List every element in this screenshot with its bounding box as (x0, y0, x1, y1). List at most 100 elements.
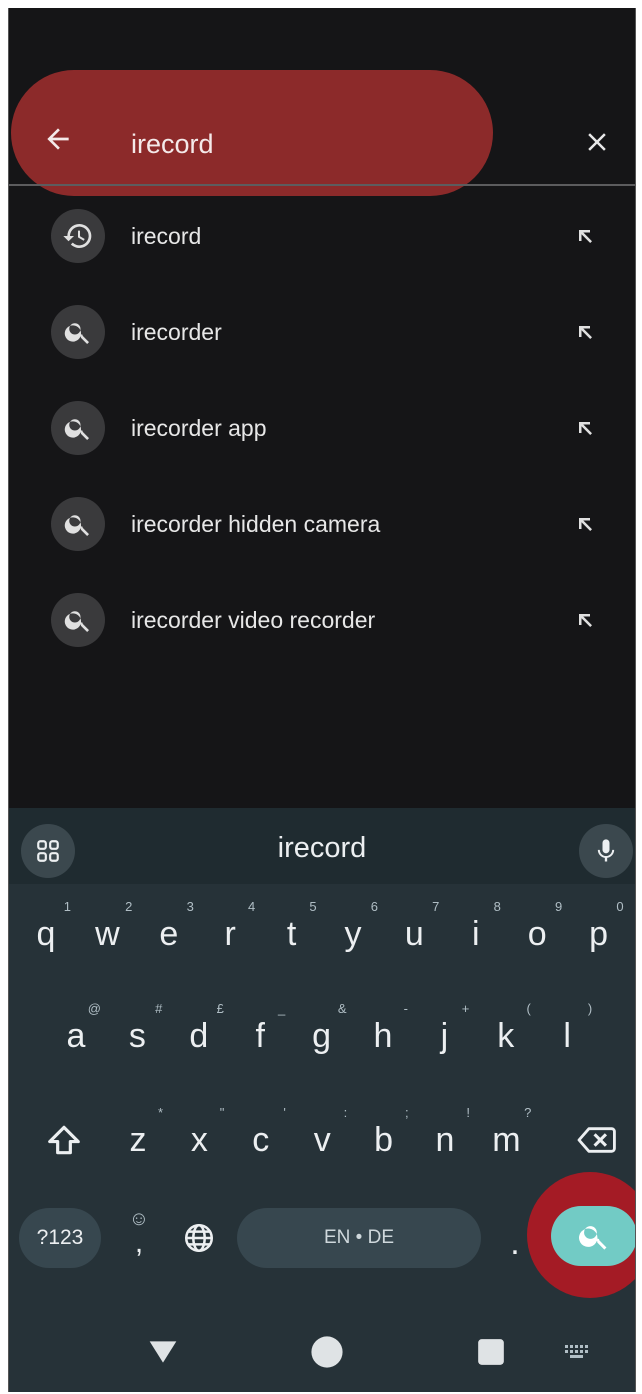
key-hint: # (155, 1001, 163, 1016)
search-submit-button[interactable] (551, 1206, 635, 1266)
search-icon (51, 593, 105, 647)
keyboard-toolbar: irecord (9, 808, 635, 884)
nav-home-button[interactable] (305, 1330, 349, 1374)
nav-keyboard-switch-button[interactable] (555, 1330, 599, 1374)
key-hint: - (403, 1001, 408, 1016)
shift-key[interactable] (33, 1100, 95, 1180)
shift-icon (48, 1125, 80, 1155)
key-label: s (128, 1017, 146, 1055)
suggestion-item[interactable]: irecorder (9, 284, 635, 380)
suggestion-item[interactable]: irecorder video recorder (9, 572, 635, 668)
key-k[interactable]: (k (477, 996, 535, 1076)
key-label: v (313, 1121, 331, 1159)
key-label: i (472, 915, 480, 953)
key-w[interactable]: 2w (78, 894, 136, 974)
suggestion-item[interactable]: irecorder app (9, 380, 635, 476)
key-l[interactable]: ) l (538, 996, 596, 1076)
key-g[interactable]: & g (293, 996, 351, 1076)
key-hint: 0 (616, 899, 624, 914)
key-v[interactable]: :v (293, 1100, 351, 1180)
close-icon (588, 133, 606, 151)
key-label: z (129, 1121, 147, 1159)
key-label: w (95, 915, 120, 953)
key-label: o (527, 915, 547, 953)
key-hint: _ (277, 1001, 286, 1016)
key-b[interactable]: ; b (355, 1100, 413, 1180)
search-bar: irecord (9, 66, 635, 196)
navigation-bar (9, 1308, 635, 1392)
key-hint: + (461, 1001, 470, 1016)
key-hint: ? (524, 1105, 532, 1120)
key-y[interactable]: 6y (324, 894, 382, 974)
key-f[interactable]: _ f (231, 996, 289, 1076)
suggestion-item[interactable]: irecorder hidden camera (9, 476, 635, 572)
key-e[interactable]: 3e (140, 894, 198, 974)
fill-query-icon[interactable] (567, 602, 603, 638)
key-d[interactable]: £ d (170, 996, 228, 1076)
square-icon (478, 1339, 504, 1365)
microphone-icon (597, 839, 615, 862)
back-button[interactable] (35, 116, 81, 162)
key-s[interactable]: # s (108, 996, 166, 1076)
key-q[interactable]: 1q (17, 894, 75, 974)
space-key[interactable]: EN • DE (237, 1208, 481, 1268)
key-i[interactable]: 8i (447, 894, 505, 974)
suggestion-item[interactable]: irecord (9, 188, 635, 284)
key-hint: 4 (247, 899, 256, 914)
nav-back-button[interactable] (141, 1330, 185, 1374)
key-hint: * (157, 1105, 163, 1120)
suggestion-text: irecorder app (131, 415, 267, 441)
symbols-key[interactable]: ?123 (19, 1208, 101, 1268)
key-t[interactable]: 5t (263, 894, 321, 974)
key-label: c (252, 1121, 270, 1159)
circle-icon (311, 1336, 343, 1368)
key-r[interactable]: 4r (201, 894, 259, 974)
key-c[interactable]: ' c (232, 1100, 290, 1180)
backspace-key[interactable] (565, 1100, 627, 1180)
key-hint: 7 (432, 899, 440, 914)
keyboard-icon (565, 1345, 588, 1358)
search-query[interactable]: irecord (131, 124, 214, 164)
key-z[interactable]: * z (109, 1100, 167, 1180)
key-label: b (374, 1121, 394, 1159)
keyboard-suggestion[interactable]: irecord (209, 828, 435, 868)
fill-query-icon[interactable] (567, 506, 603, 542)
key-hint: 6 (370, 899, 378, 914)
key-u[interactable]: 7u (385, 894, 443, 974)
highlight-annotation (11, 70, 493, 196)
key-label: u (404, 915, 424, 953)
key-m[interactable]: ? m (477, 1100, 535, 1180)
nav-recents-button[interactable] (469, 1330, 513, 1374)
period-key[interactable]: . (503, 1218, 527, 1268)
key-p[interactable]: 0p (570, 894, 628, 974)
key-label: f (255, 1017, 265, 1055)
key-hint: " (219, 1105, 225, 1120)
key-hint: : (343, 1105, 348, 1120)
language-key[interactable] (177, 1208, 221, 1268)
key-label: g (312, 1017, 332, 1055)
key-label: x (190, 1121, 208, 1159)
key-hint: & (337, 1001, 347, 1016)
key-j[interactable]: + j (415, 996, 473, 1076)
voice-input-button[interactable] (579, 824, 633, 878)
fill-query-icon[interactable] (567, 314, 603, 350)
search-icon (51, 401, 105, 455)
key-a[interactable]: @ a (47, 996, 105, 1076)
key-x[interactable]: " x (170, 1100, 228, 1180)
key-label: d (189, 1017, 209, 1055)
key-hint: ) (587, 1001, 593, 1016)
keyboard-apps-button[interactable] (21, 824, 75, 878)
key-hint: 9 (554, 899, 563, 914)
fill-query-icon[interactable] (567, 218, 603, 254)
key-n[interactable]: ! n (416, 1100, 474, 1180)
emoji-comma-key[interactable]: ☺ , (121, 1204, 157, 1270)
key-hint: 2 (125, 899, 133, 914)
key-o[interactable]: 9o (508, 894, 566, 974)
screen: irecord irecord i recorder irecorder app … (8, 8, 636, 1392)
key-h[interactable]: -h (354, 996, 412, 1076)
key-label: r (224, 915, 236, 953)
key-label: k (497, 1017, 515, 1055)
key-hint: 8 (493, 899, 501, 914)
fill-query-icon[interactable] (567, 410, 603, 446)
clear-button[interactable] (575, 120, 619, 164)
